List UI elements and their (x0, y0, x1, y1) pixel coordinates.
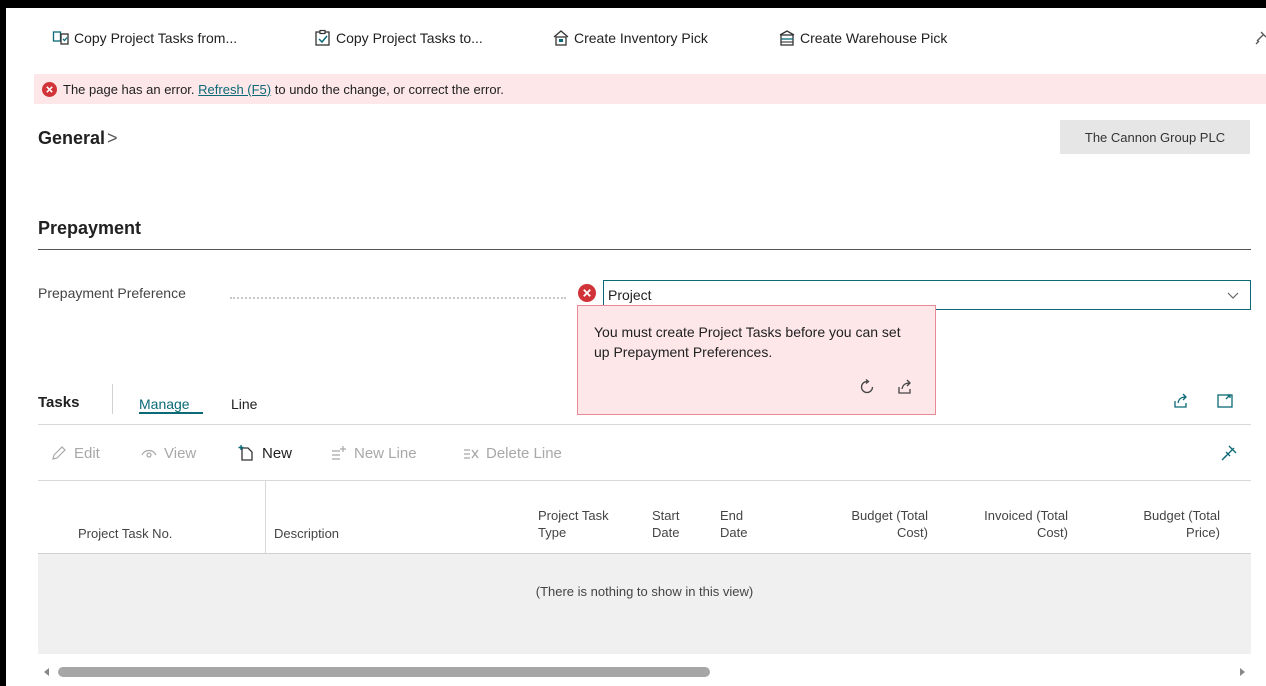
delete-line-button[interactable]: Delete Line (462, 444, 562, 462)
pin-icon[interactable] (1220, 444, 1238, 462)
create-inventory-pick-button[interactable]: Create Inventory Pick (552, 24, 708, 52)
action-bar: Copy Project Tasks from... Copy Project … (6, 8, 1266, 68)
section-divider (38, 249, 1251, 250)
edit-button[interactable]: Edit (50, 444, 100, 462)
tab-line[interactable]: Line (231, 396, 257, 412)
scroll-right-arrow-icon[interactable] (1240, 668, 1245, 676)
refresh-link[interactable]: Refresh (F5) (198, 82, 271, 97)
create-warehouse-pick-button[interactable]: Create Warehouse Pick (778, 24, 947, 52)
new-button[interactable]: New (238, 444, 292, 462)
tab-manage[interactable]: Manage (139, 396, 190, 412)
copy-to-icon (314, 29, 332, 47)
expand-icon[interactable] (1216, 392, 1234, 410)
validation-error-message: You must create Project Tasks before you… (594, 324, 901, 360)
error-text-prefix: The page has an error. (63, 81, 195, 97)
view-icon (140, 444, 158, 462)
edit-icon (50, 444, 68, 462)
tab-divider (112, 384, 113, 414)
grid-header: Project Task No. Description Project Tas… (38, 481, 1251, 553)
select-value: Project (608, 287, 652, 303)
column-header-budget-total-cost[interactable]: Budget (Total Cost) (818, 507, 928, 541)
copy-tasks-to-button[interactable]: Copy Project Tasks to... (314, 24, 483, 52)
copy-from-icon (52, 29, 70, 47)
page: Copy Project Tasks from... Copy Project … (6, 8, 1266, 686)
error-icon (42, 81, 57, 97)
error-icon (578, 284, 596, 302)
active-tab-underline (139, 412, 203, 414)
new-line-button[interactable]: New Line (330, 444, 417, 462)
tasks-divider (38, 424, 1251, 425)
chevron-right-icon: > (107, 128, 118, 148)
field-leader-dots (230, 297, 566, 299)
prepayment-section-title: Prepayment (38, 218, 142, 238)
column-header-end-date[interactable]: End Date (720, 507, 747, 541)
scrollbar-thumb[interactable] (58, 667, 710, 677)
column-header-invoiced-total-cost[interactable]: Invoiced (Total Cost) (968, 507, 1068, 541)
pin-icon[interactable] (1254, 30, 1266, 46)
tasks-part-title: Tasks (38, 394, 80, 411)
general-section-header[interactable]: General > (38, 128, 118, 149)
scroll-left-arrow-icon[interactable] (44, 668, 49, 676)
prepayment-preference-label: Prepayment Preference (38, 285, 186, 301)
validation-error-callout: You must create Project Tasks before you… (577, 305, 936, 415)
column-header-task-type[interactable]: Project Task Type (538, 507, 609, 541)
empty-grid-message: (There is nothing to show in this view) (535, 584, 754, 599)
column-header-task-no[interactable]: Project Task No. (78, 525, 172, 542)
grid-body: (There is nothing to show in this view) (38, 554, 1251, 654)
refresh-icon[interactable] (858, 378, 876, 396)
share-icon[interactable] (1172, 392, 1190, 410)
column-header-description[interactable]: Description (274, 525, 339, 542)
share-icon[interactable] (896, 378, 914, 396)
new-icon (238, 444, 256, 462)
delete-line-icon (462, 444, 480, 462)
warehouse-pick-icon (778, 29, 796, 47)
column-header-budget-total-price[interactable]: Budget (Total Price) (1128, 507, 1220, 541)
copy-tasks-from-button[interactable]: Copy Project Tasks from... (52, 24, 237, 52)
chevron-down-icon (1226, 288, 1240, 302)
page-error-bar: The page has an error. Refresh (F5) to u… (34, 74, 1266, 104)
column-header-start-date[interactable]: Start Date (652, 507, 679, 541)
new-line-icon (330, 444, 348, 462)
view-button[interactable]: View (140, 444, 196, 462)
inventory-pick-icon (552, 29, 570, 47)
horizontal-scrollbar[interactable] (38, 664, 1251, 680)
column-separator[interactable] (265, 481, 266, 553)
error-text-suffix: to undo the change, or correct the error… (274, 81, 504, 97)
company-badge: The Cannon Group PLC (1060, 120, 1250, 154)
